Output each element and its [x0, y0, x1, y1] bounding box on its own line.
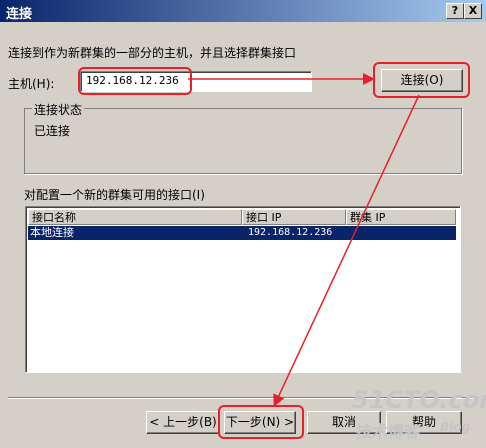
status-legend: 连接状态	[32, 101, 85, 118]
row-interface-name: 本地连接	[30, 226, 74, 239]
column-interface-ip[interactable]: 接口 IP	[242, 209, 346, 225]
host-label: 主机(H):	[8, 77, 55, 91]
interfaces-listview[interactable]: 接口名称 接口 IP 群集 IP 本地连接 192.168.12.236	[25, 206, 461, 373]
close-icon[interactable]: X	[464, 3, 482, 19]
back-button[interactable]: < 上一步(B)	[146, 411, 220, 434]
window-title: 连接	[6, 7, 33, 22]
status-group	[24, 108, 462, 174]
status-text: 已连接	[34, 124, 71, 138]
connect-annotation	[373, 62, 470, 98]
watermark-sub: 技术博客	[356, 422, 421, 441]
host-annotation	[78, 67, 192, 95]
row-interface-ip: 192.168.12.236	[248, 227, 333, 238]
column-cluster-ip[interactable]: 群集 IP	[346, 209, 456, 225]
table-row[interactable]: 本地连接 192.168.12.236	[28, 226, 456, 240]
title-bar: 连接 ? X	[0, 0, 486, 22]
watermark-logo: 51CTO.com	[352, 386, 486, 414]
interfaces-label: 对配置一个新的群集可用的接口(I)	[24, 188, 205, 202]
watermark-blog: Blog	[440, 420, 471, 434]
instruction-text: 连接到作为新群集的一部分的主机，并且选择群集接口	[8, 46, 297, 60]
next-annotation	[218, 405, 304, 439]
help-icon[interactable]: ?	[446, 3, 464, 19]
column-interface-name[interactable]: 接口名称	[28, 209, 242, 225]
